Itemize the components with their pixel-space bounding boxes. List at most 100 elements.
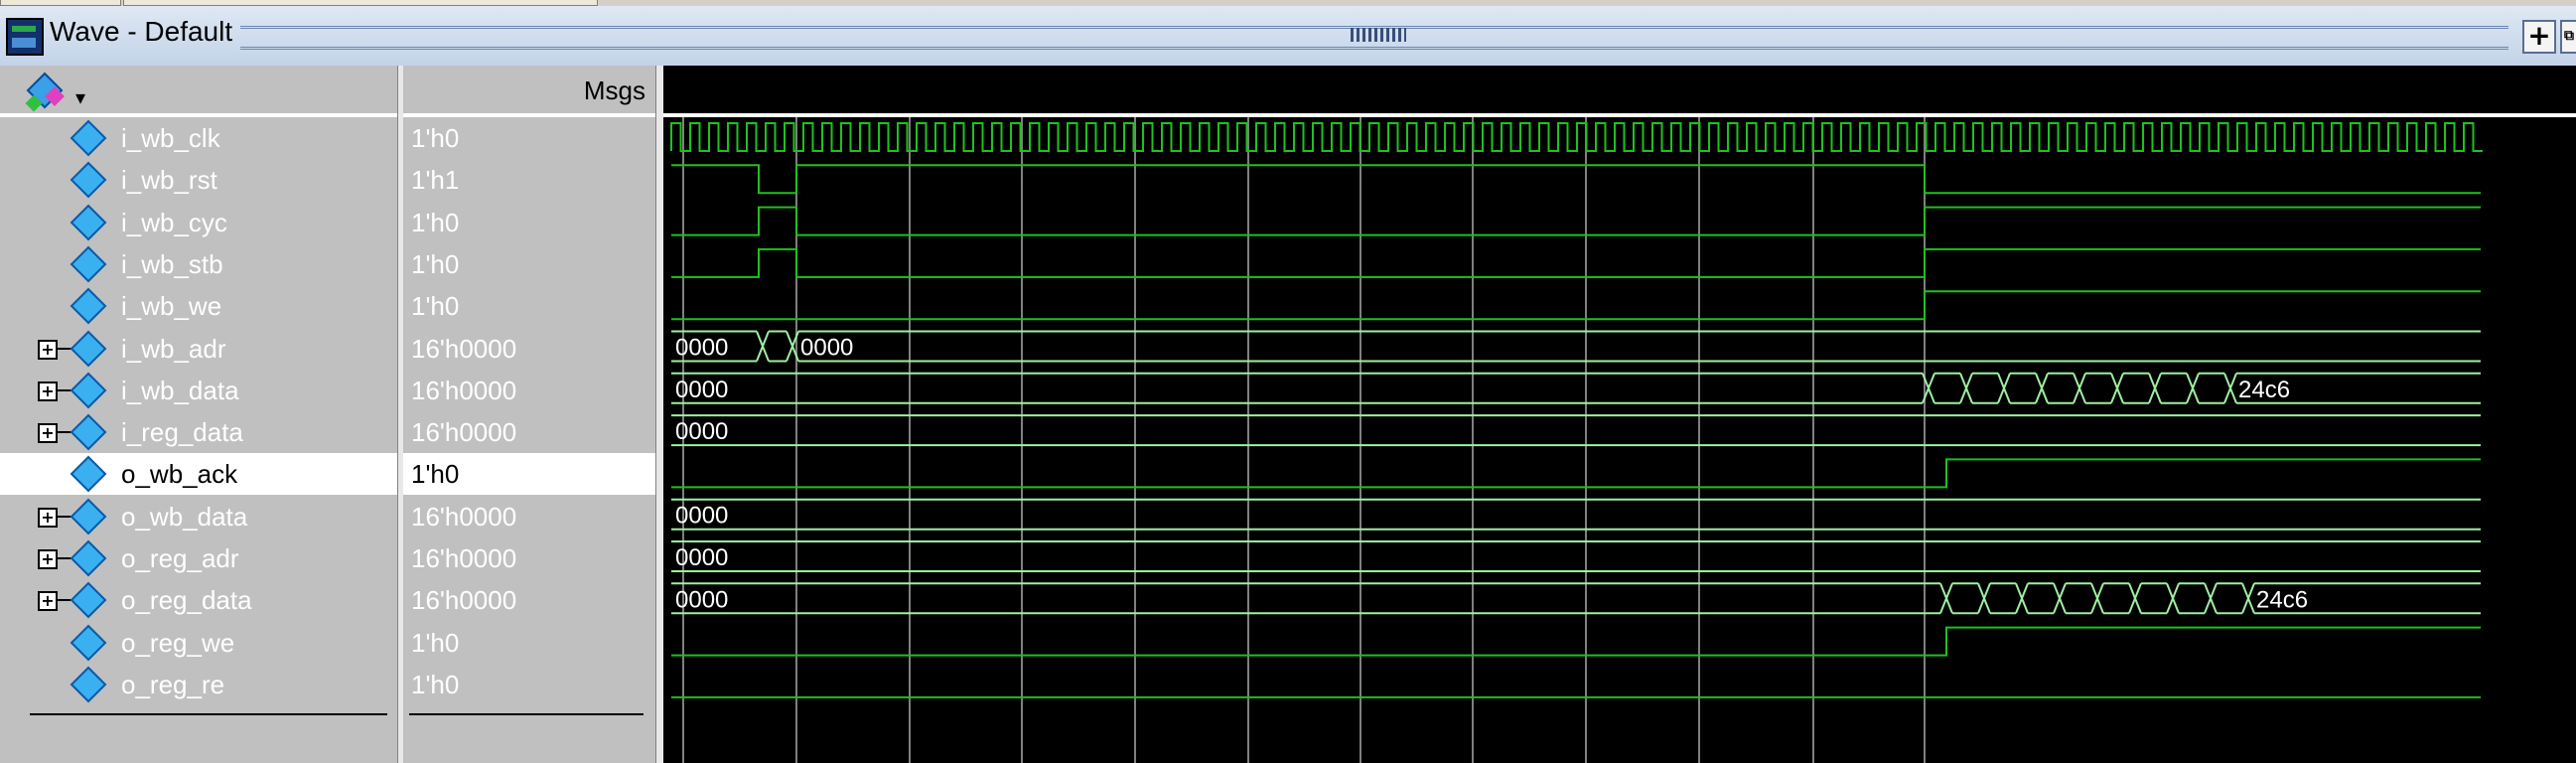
signal-name: o_reg_adr <box>121 543 239 573</box>
signal-icon <box>70 287 107 325</box>
expand-icon[interactable]: + <box>38 423 58 444</box>
signal-value: 16'h0000 <box>411 417 517 448</box>
signal-waveform <box>671 458 2481 489</box>
signal-name: o_wb_ack <box>121 459 238 490</box>
value-row-o-reg-we[interactable]: 1'h0 <box>403 622 655 664</box>
signal-name: i_wb_cyc <box>121 207 227 237</box>
signal-value: 16'h0000 <box>411 501 517 532</box>
bus-value-label: 0000 <box>675 544 728 571</box>
signal-row-i-wb-clk[interactable]: i_wb_clk <box>0 117 397 159</box>
bus-value-label: 0000 <box>675 335 728 362</box>
value-row-i-wb-adr[interactable]: 16'h0000 <box>403 328 655 370</box>
signal-icon <box>70 119 107 157</box>
signal-value: 1'h1 <box>411 165 460 196</box>
bus-value-label: 24c6 <box>2238 377 2290 403</box>
signal-row-o-wb-data[interactable]: + o_wb_data <box>0 496 397 537</box>
signal-row-i-reg-data[interactable]: + i_reg_data <box>0 411 397 453</box>
bus-value-label: 0000 <box>800 335 853 362</box>
list-end-marker <box>30 713 387 715</box>
waveform-canvas[interactable]: 0000 0000 0000 24c6 0000 0000 0000 0000 24c6 <box>663 117 2576 763</box>
signal-icon <box>70 624 107 661</box>
signal-waveform <box>671 290 2481 321</box>
signal-value: 1'h0 <box>411 627 460 658</box>
value-row-i-wb-cyc[interactable]: 1'h0 <box>403 202 655 243</box>
signal-row-i-wb-adr[interactable]: + i_wb_adr <box>0 328 397 370</box>
signal-icon <box>70 204 107 240</box>
window-titlebar[interactable]: Wave - Default + ⧉ <box>0 6 2576 68</box>
expand-icon[interactable]: + <box>38 381 58 401</box>
signal-icon <box>70 161 107 199</box>
signal-name: o_reg_we <box>121 627 235 658</box>
value-row-i-reg-data[interactable]: 16'h0000 <box>403 411 655 453</box>
value-end-marker <box>409 713 644 715</box>
signal-name: i_reg_data <box>121 417 243 448</box>
value-row-o-reg-data[interactable]: 16'h0000 <box>403 579 655 621</box>
signal-icon <box>70 539 107 577</box>
signal-icon <box>70 456 107 493</box>
signal-row-i-wb-rst[interactable]: i_wb_rst <box>0 159 397 201</box>
dock-button[interactable]: ⧉ <box>2560 20 2576 54</box>
signal-value: 1'h0 <box>411 669 460 699</box>
value-row-o-wb-ack[interactable]: 1'h0 <box>403 453 655 496</box>
wave-tool-icon[interactable] <box>25 72 68 112</box>
expand-icon[interactable]: + <box>38 339 58 360</box>
signal-row-o-reg-data[interactable]: + o_reg_data <box>0 579 397 621</box>
signal-icon <box>70 245 107 283</box>
signal-icon <box>70 666 107 703</box>
signal-row-i-wb-data[interactable]: + i_wb_data <box>0 370 397 411</box>
value-row-i-wb-data[interactable]: 16'h0000 <box>403 370 655 411</box>
signal-icon <box>70 581 107 619</box>
window-title: Wave - Default <box>50 16 233 47</box>
signal-name: i_wb_we <box>121 291 222 322</box>
expand-icon[interactable]: + <box>38 549 58 569</box>
drag-handle[interactable] <box>1351 28 1406 42</box>
waveform-header <box>663 66 2576 117</box>
signal-name: o_reg_re <box>121 669 225 699</box>
value-row-o-reg-adr[interactable]: 16'h0000 <box>403 537 655 579</box>
values-header: Msgs <box>403 66 655 117</box>
names-header: ▾ <box>0 66 397 117</box>
signal-row-i-wb-cyc[interactable]: i_wb_cyc <box>0 202 397 243</box>
bus-value-label: 0000 <box>675 503 728 530</box>
value-row-i-wb-we[interactable]: 1'h0 <box>403 285 655 327</box>
value-row-i-wb-clk[interactable]: 1'h0 <box>403 117 655 159</box>
signal-value: 16'h0000 <box>411 375 517 405</box>
signal-waveform <box>671 247 2481 278</box>
bus-value-label: 0000 <box>675 377 728 403</box>
value-row-o-reg-re[interactable]: 1'h0 <box>403 664 655 705</box>
value-row-i-wb-stb[interactable]: 1'h0 <box>403 243 655 285</box>
clock-waveform <box>670 122 2483 152</box>
signal-value: 1'h0 <box>411 207 460 237</box>
signal-name: i_wb_data <box>121 375 239 405</box>
signal-value: 1'h0 <box>411 123 460 153</box>
signal-row-o-reg-adr[interactable]: + o_reg_adr <box>0 537 397 579</box>
signal-row-o-wb-ack[interactable]: o_wb_ack <box>0 453 397 496</box>
signal-row-o-reg-we[interactable]: o_reg_we <box>0 622 397 664</box>
maximize-button[interactable]: + <box>2522 20 2556 54</box>
waveform-pane[interactable]: 0000 0000 0000 24c6 0000 0000 0000 0000 24c6 <box>663 66 2576 763</box>
bus-value-label: 24c6 <box>2256 586 2308 613</box>
signal-name: i_wb_clk <box>121 123 220 153</box>
signal-value: 1'h0 <box>411 459 460 490</box>
signal-icon <box>70 498 107 535</box>
signal-value: 1'h0 <box>411 248 460 279</box>
signal-value: 16'h0000 <box>411 585 517 616</box>
signal-name: i_wb_stb <box>121 248 223 279</box>
signal-icon <box>70 372 107 409</box>
wave-window-icon <box>6 18 44 56</box>
expand-icon[interactable]: + <box>38 507 58 528</box>
signal-row-o-reg-re[interactable]: o_reg_re <box>0 664 397 705</box>
chevron-down-icon[interactable]: ▾ <box>75 85 85 109</box>
signal-value: 16'h0000 <box>411 333 517 364</box>
signal-waveform <box>671 164 2481 195</box>
value-row-i-wb-rst[interactable]: 1'h1 <box>403 159 655 201</box>
signal-icon <box>70 413 107 451</box>
expand-icon[interactable]: + <box>38 591 58 612</box>
signal-icon <box>70 330 107 367</box>
signal-waveform <box>671 206 2481 236</box>
signal-row-i-wb-we[interactable]: i_wb_we <box>0 285 397 327</box>
bus-value-label: 0000 <box>675 586 728 613</box>
value-row-o-wb-data[interactable]: 16'h0000 <box>403 496 655 537</box>
signal-row-i-wb-stb[interactable]: i_wb_stb <box>0 243 397 285</box>
signal-value: 16'h0000 <box>411 543 517 573</box>
